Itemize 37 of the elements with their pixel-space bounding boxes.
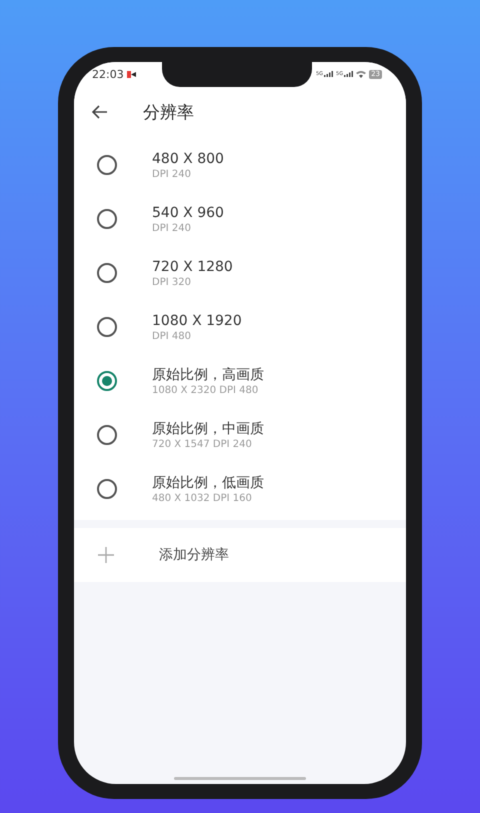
resolution-option[interactable]: 原始比例，中画质 720 X 1547 DPI 240 <box>74 408 406 462</box>
option-label: 原始比例，低画质 <box>152 474 264 492</box>
option-label: 540 X 960 <box>152 204 224 222</box>
resolution-option[interactable]: 原始比例，高画质 1080 X 2320 DPI 480 <box>74 354 406 408</box>
resolution-option[interactable]: 原始比例，低画质 480 X 1032 DPI 160 <box>74 462 406 516</box>
plus-icon <box>98 547 114 563</box>
option-label: 1080 X 1920 <box>152 312 242 330</box>
wifi-icon <box>356 70 366 78</box>
option-label: 原始比例，高画质 <box>152 366 264 384</box>
back-arrow-icon[interactable] <box>92 105 108 119</box>
option-detail: 720 X 1547 DPI 240 <box>152 438 253 450</box>
radio-button[interactable] <box>97 371 117 391</box>
screen-title: 分辨率 <box>143 102 194 124</box>
radio-button[interactable] <box>97 317 117 337</box>
option-label: 720 X 1280 <box>152 258 233 276</box>
option-label: 480 X 800 <box>152 150 224 168</box>
radio-button[interactable] <box>97 263 117 283</box>
resolution-option[interactable]: 540 X 960 DPI 240 <box>74 192 406 246</box>
add-resolution-item[interactable]: 添加分辨率 <box>74 528 406 582</box>
option-detail: DPI 240 <box>152 222 192 234</box>
signal-icon <box>344 71 354 77</box>
option-detail: DPI 240 <box>152 168 192 180</box>
status-time: 22:03 <box>92 68 124 80</box>
option-detail: 480 X 1032 DPI 160 <box>152 492 253 504</box>
radio-button[interactable] <box>97 479 117 499</box>
record-icon <box>126 70 136 78</box>
radio-button[interactable] <box>97 209 117 229</box>
option-detail: DPI 480 <box>152 330 192 342</box>
resolution-option[interactable]: 1080 X 1920 DPI 480 <box>74 300 406 354</box>
option-detail: DPI 320 <box>152 276 192 288</box>
resolution-option[interactable]: 480 X 800 DPI 240 <box>74 138 406 192</box>
signal-icon <box>324 71 334 77</box>
option-detail: 1080 X 2320 DPI 480 <box>152 384 260 396</box>
radio-button[interactable] <box>97 425 117 445</box>
radio-button[interactable] <box>97 155 117 175</box>
resolution-option[interactable]: 720 X 1280 DPI 320 <box>74 246 406 300</box>
option-label: 原始比例，中画质 <box>152 420 264 438</box>
